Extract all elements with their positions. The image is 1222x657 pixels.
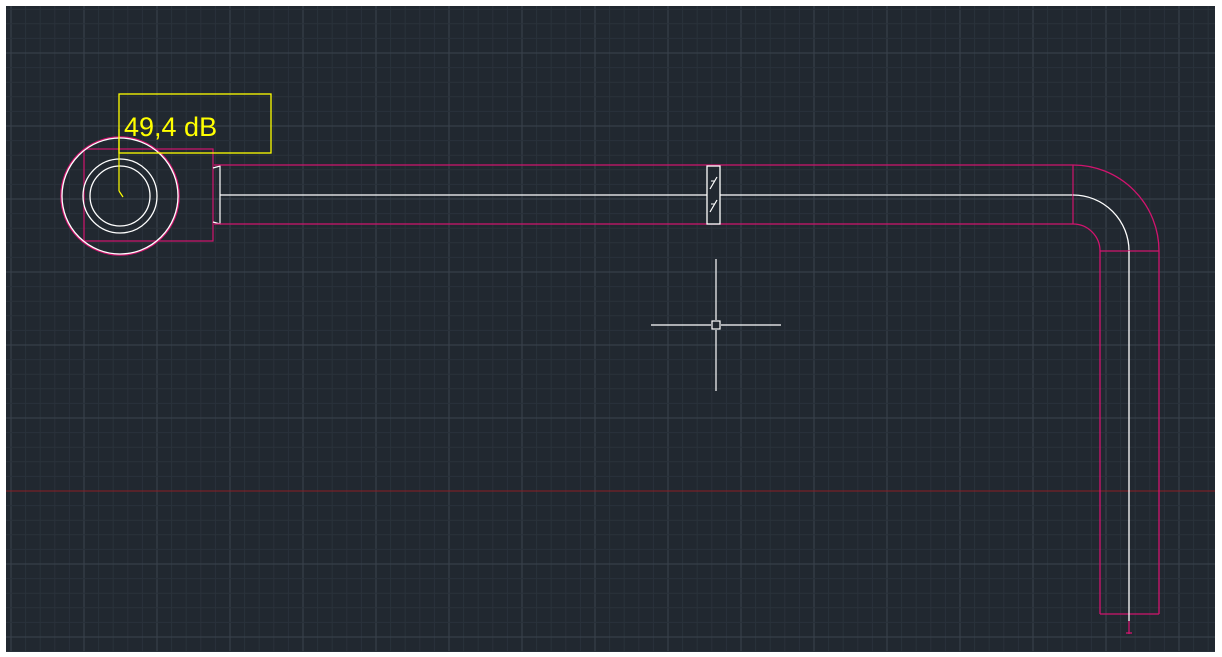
diffuser-white-circle-6 [94, 170, 146, 222]
diffuser-white-circle-3 [86, 162, 154, 230]
diffuser-white-ring-visible-2 [64, 140, 176, 252]
grid [6, 6, 1215, 652]
crosshair-cursor-icon [651, 259, 781, 391]
horizontal-duct[interactable] [214, 164, 1074, 225]
sound-level-label[interactable]: 49,4 dB [118, 93, 272, 154]
diffuser-white-circle-5 [92, 168, 148, 224]
diffuser-white-circle-2 [84, 160, 156, 232]
diffuser-neck [212, 165, 221, 225]
elbow-outer [1072, 164, 1160, 252]
leader-tick [118, 190, 124, 198]
diffuser-circle-white-c [85, 161, 155, 231]
drawing-canvas[interactable]: 49,4 dB [6, 6, 1215, 652]
duct-elbow[interactable] [1072, 164, 1160, 252]
app-window: 49,4 dB [0, 0, 1222, 657]
damper-symbol-icon[interactable] [706, 165, 721, 225]
diffuser-circle-white-d [91, 167, 149, 225]
diffuser-ring-a [64, 140, 176, 252]
label-text: 49,4 dB [124, 112, 217, 142]
drawing-svg[interactable]: 49,4 dB [6, 6, 1215, 652]
